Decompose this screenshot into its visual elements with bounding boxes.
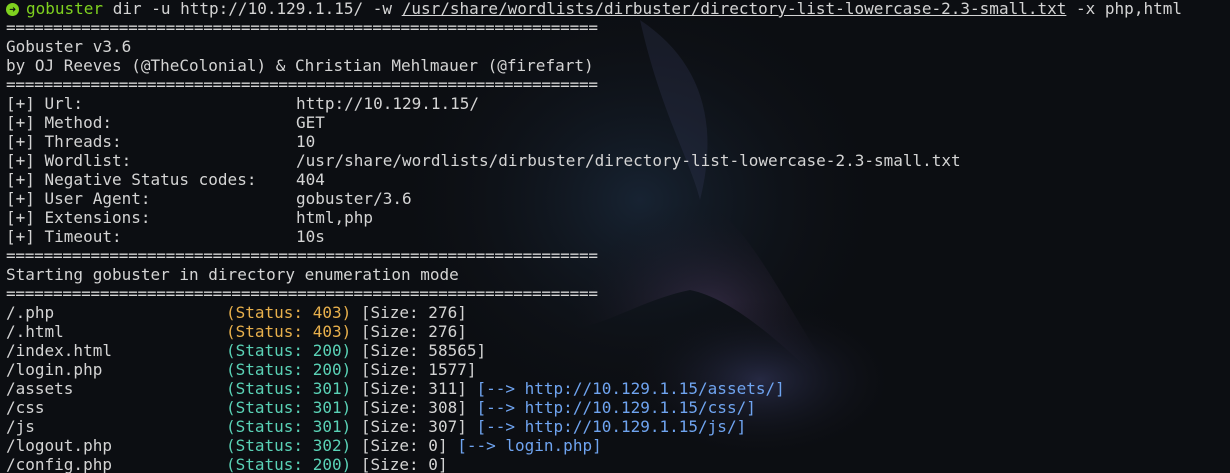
separator-line: ========================================…	[6, 246, 598, 265]
result-status: (Status: 200)	[226, 341, 352, 360]
result-redirect: [--> http://10.129.1.15/assets/]	[476, 379, 785, 398]
config-value: 10	[296, 132, 316, 151]
command-name: gobuster	[26, 0, 104, 18]
result-size: [Size: 58565]	[360, 341, 487, 360]
result-row: /config.php (Status: 200) [Size: 0]	[6, 455, 1230, 473]
config-label: [+] Wordlist:	[6, 151, 132, 170]
config-row: [+] Url: http://10.129.1.15/	[6, 94, 1230, 113]
command-prompt-line: ➜ gobuster dir -u http://10.129.1.15/ -w …	[6, 0, 1230, 18]
command-extension-args: -x php,html	[1076, 0, 1182, 18]
config-row: [+] Negative Status codes: 404	[6, 170, 1230, 189]
banner-authors: by OJ Reeves (@TheColonial) & Christian …	[6, 56, 594, 75]
result-size: [Size: 308]	[360, 398, 467, 417]
result-status: (Status: 301)	[226, 398, 352, 417]
result-row: /index.html (Status: 200) [Size: 58565]	[6, 341, 1230, 360]
result-row: /logout.php (Status: 302) [Size: 0] [--> …	[6, 436, 1230, 455]
result-redirect: [--> http://10.129.1.15/js/]	[476, 417, 747, 436]
wordlist-path-link[interactable]: /usr/share/wordlists/dirbuster/directory…	[402, 0, 1067, 18]
result-row: /.php (Status: 403) [Size: 276]	[6, 303, 1230, 322]
config-row: [+] Method: GET	[6, 113, 1230, 132]
config-label: [+] Url:	[6, 94, 84, 113]
result-status: (Status: 200)	[226, 455, 352, 473]
arrow-right-circle-icon: ➜	[6, 3, 19, 16]
config-row: [+] Timeout: 10s	[6, 227, 1230, 246]
results-block: /.php (Status: 403) [Size: 276] /.html (Sta…	[6, 303, 1230, 473]
result-path: /js	[6, 417, 35, 436]
result-status: (Status: 301)	[226, 417, 352, 436]
config-row: [+] User Agent: gobuster/3.6	[6, 189, 1230, 208]
result-redirect: [--> login.php]	[457, 436, 602, 455]
config-label: [+] Threads:	[6, 132, 122, 151]
config-value: html,php	[296, 208, 374, 227]
terminal-output: ➜ gobuster dir -u http://10.129.1.15/ -w …	[6, 0, 1230, 473]
result-path: /login.php	[6, 360, 103, 379]
result-status: (Status: 200)	[226, 360, 352, 379]
config-label: [+] Extensions:	[6, 208, 151, 227]
command-args: dir -u http://10.129.1.15/ -w	[112, 0, 393, 18]
config-value: GET	[296, 113, 325, 132]
result-row: /css (Status: 301) [Size: 308] [--> http:…	[6, 398, 1230, 417]
start-message: Starting gobuster in directory enumerati…	[6, 265, 459, 284]
result-row: /assets (Status: 301) [Size: 311] [--> ht…	[6, 379, 1230, 398]
result-path: /css	[6, 398, 45, 417]
result-size: [Size: 0]	[360, 455, 448, 473]
terminal-window[interactable]: ➜ gobuster dir -u http://10.129.1.15/ -w …	[0, 0, 1230, 473]
result-redirect: [--> http://10.129.1.15/css/]	[476, 398, 756, 417]
config-block: [+] Url: http://10.129.1.15/ [+] Method: GE…	[6, 94, 1230, 246]
result-status: (Status: 403)	[226, 303, 352, 322]
result-status: (Status: 403)	[226, 322, 352, 341]
result-path: /logout.php	[6, 436, 112, 455]
separator-line: ========================================…	[6, 75, 598, 94]
result-size: [Size: 0]	[360, 436, 448, 455]
result-row: /login.php (Status: 200) [Size: 1577]	[6, 360, 1230, 379]
result-size: [Size: 276]	[360, 322, 467, 341]
config-value: gobuster/3.6	[296, 189, 412, 208]
config-value: http://10.129.1.15/	[296, 94, 480, 113]
result-size: [Size: 1577]	[360, 360, 477, 379]
result-path: /.php	[6, 303, 55, 322]
config-row: [+] Wordlist: /usr/share/wordlists/dirbus…	[6, 151, 1230, 170]
result-path: /config.php	[6, 455, 112, 473]
result-path: /index.html	[6, 341, 112, 360]
result-size: [Size: 311]	[360, 379, 467, 398]
config-row: [+] Extensions: html,php	[6, 208, 1230, 227]
config-value: /usr/share/wordlists/dirbuster/directory…	[296, 151, 961, 170]
config-value: 404	[296, 170, 325, 189]
result-size: [Size: 307]	[360, 417, 467, 436]
separator-line: ========================================…	[6, 18, 598, 37]
result-path: /.html	[6, 322, 64, 341]
config-label: [+] User Agent:	[6, 189, 151, 208]
banner-version: Gobuster v3.6	[6, 37, 132, 56]
result-size: [Size: 276]	[360, 303, 467, 322]
result-status: (Status: 302)	[226, 436, 352, 455]
result-status: (Status: 301)	[226, 379, 352, 398]
config-label: [+] Negative Status codes:	[6, 170, 257, 189]
config-value: 10s	[296, 227, 325, 246]
separator-line: ========================================…	[6, 284, 598, 303]
result-path: /assets	[6, 379, 74, 398]
config-label: [+] Method:	[6, 113, 112, 132]
config-row: [+] Threads: 10	[6, 132, 1230, 151]
result-row: /js (Status: 301) [Size: 307] [--> http:/…	[6, 417, 1230, 436]
result-row: /.html (Status: 403) [Size: 276]	[6, 322, 1230, 341]
config-label: [+] Timeout:	[6, 227, 122, 246]
